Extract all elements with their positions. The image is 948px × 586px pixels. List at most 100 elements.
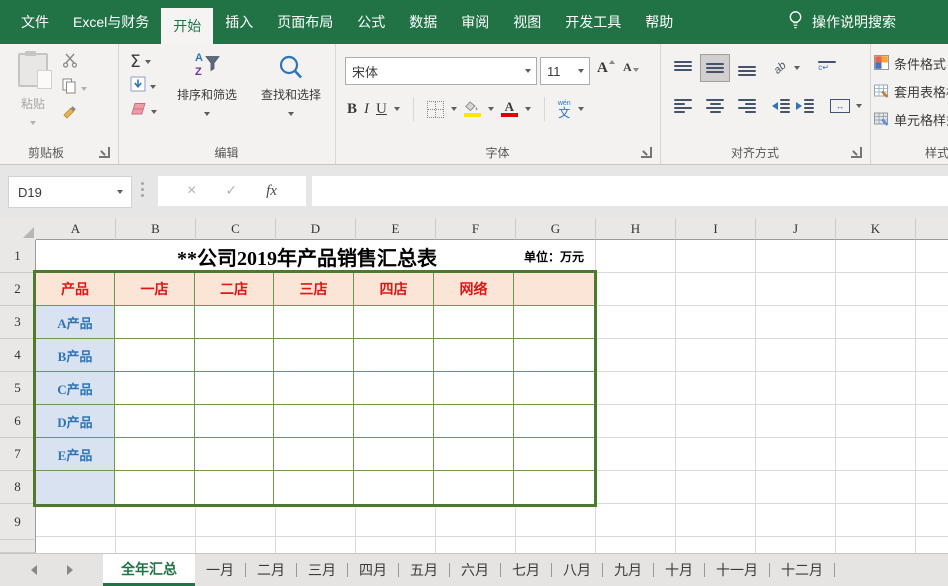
tab-home[interactable]: 开始 [161, 8, 213, 44]
autosum-dropdown[interactable] [145, 60, 151, 64]
cell[interactable] [115, 372, 195, 405]
table-header-cell[interactable] [514, 273, 594, 306]
decrease-indent-button[interactable] [772, 99, 790, 113]
cell[interactable] [195, 372, 274, 405]
cell[interactable] [434, 339, 514, 372]
copy-button[interactable] [62, 80, 87, 97]
tell-me-search[interactable]: 操作说明搜索 [788, 0, 896, 44]
row-header[interactable]: 3 [0, 306, 36, 339]
sheet-tab-month[interactable]: 十一月 [705, 554, 769, 586]
cell[interactable] [514, 372, 594, 405]
sheet-tab-month[interactable]: 四月 [348, 554, 398, 586]
cell[interactable] [434, 471, 514, 504]
clear-dropdown[interactable] [151, 110, 157, 114]
column-header[interactable] [916, 218, 948, 240]
phonetic-dropdown[interactable] [578, 107, 584, 111]
font-color-dropdown[interactable] [525, 107, 531, 111]
column-header[interactable]: J [756, 218, 836, 240]
find-select-dropdown[interactable] [288, 112, 294, 116]
product-cell[interactable]: B产品 [36, 339, 115, 372]
column-header[interactable]: B [116, 218, 196, 240]
autosum-button[interactable]: Σ [130, 53, 157, 70]
sheet-title-cell[interactable]: **公司2019年产品销售汇总表 [36, 240, 514, 273]
column-header[interactable]: D [276, 218, 356, 240]
product-cell[interactable] [36, 471, 115, 504]
tab-page-layout[interactable]: 页面布局 [265, 0, 345, 44]
cell[interactable] [274, 339, 354, 372]
tab-formulas[interactable]: 公式 [345, 0, 397, 44]
cell[interactable] [434, 405, 514, 438]
align-left-button[interactable] [668, 92, 698, 120]
enter-icon[interactable]: ✓ [225, 183, 237, 199]
font-name-dropdown[interactable] [525, 69, 531, 73]
find-select-button[interactable]: 查找和选择 [250, 52, 332, 121]
formula-input[interactable] [312, 176, 948, 206]
column-header[interactable]: F [436, 218, 516, 240]
table-header-cell[interactable]: 二店 [195, 273, 274, 306]
name-box-dropdown[interactable] [117, 190, 123, 194]
fill-color-button[interactable] [464, 101, 481, 117]
align-bottom-button[interactable] [732, 54, 762, 82]
sort-filter-dropdown[interactable] [204, 112, 210, 116]
orientation-dropdown[interactable] [794, 66, 800, 70]
column-header[interactable]: K [836, 218, 916, 240]
prev-sheet-arrow-icon[interactable] [31, 565, 37, 575]
conditional-formatting-button[interactable]: 条件格式 [874, 54, 946, 73]
cell[interactable] [274, 471, 354, 504]
tab-developer[interactable]: 开发工具 [553, 0, 633, 44]
column-header[interactable]: G [516, 218, 596, 240]
row-header[interactable] [0, 540, 36, 553]
alignment-dialog-launcher[interactable] [851, 147, 862, 158]
sheet-tab-month[interactable]: 十月 [654, 554, 704, 586]
tab-file[interactable]: 文件 [9, 0, 61, 44]
cell[interactable] [115, 339, 195, 372]
table-header-cell[interactable]: 产品 [36, 273, 115, 306]
font-dialog-launcher[interactable] [641, 147, 652, 158]
formula-bar-handle[interactable] [141, 182, 144, 197]
table-header-cell[interactable]: 四店 [354, 273, 434, 306]
cell[interactable] [354, 339, 434, 372]
cell[interactable] [434, 438, 514, 471]
cell[interactable] [195, 339, 274, 372]
align-middle-button[interactable] [700, 54, 730, 82]
cell[interactable] [434, 306, 514, 339]
cut-button[interactable] [62, 54, 87, 71]
cell[interactable] [354, 471, 434, 504]
copy-dropdown[interactable] [81, 87, 87, 91]
cell[interactable] [274, 405, 354, 438]
row-header[interactable]: 2 [0, 273, 36, 306]
row-header[interactable]: 1 [0, 240, 36, 273]
font-color-button[interactable]: A [501, 101, 518, 117]
format-painter-button[interactable] [62, 106, 87, 123]
cell[interactable] [115, 438, 195, 471]
fill-color-dropdown[interactable] [488, 107, 494, 111]
cell[interactable] [354, 405, 434, 438]
cell[interactable] [514, 306, 594, 339]
sort-filter-button[interactable]: A Z 排序和筛选 [166, 52, 248, 121]
cancel-icon[interactable]: × [187, 182, 196, 200]
next-sheet-arrow-icon[interactable] [67, 565, 73, 575]
table-header-cell[interactable]: 一店 [115, 273, 195, 306]
underline-button[interactable]: U [376, 101, 387, 118]
cell-styles-button[interactable]: 单元格样式 [874, 110, 948, 129]
column-header[interactable]: I [676, 218, 756, 240]
sheet-tab-month[interactable]: 六月 [450, 554, 500, 586]
borders-dropdown[interactable] [451, 107, 457, 111]
cell[interactable] [195, 405, 274, 438]
paste-button[interactable]: 粘贴 [10, 53, 56, 130]
unit-cell[interactable]: 单位：万元 [514, 240, 594, 273]
row-header[interactable]: 6 [0, 405, 36, 438]
sheet-tab-month[interactable]: 二月 [246, 554, 296, 586]
cell[interactable] [434, 372, 514, 405]
phonetic-button[interactable]: wén 文 [558, 100, 571, 119]
orientation-button[interactable]: ab [772, 59, 789, 76]
sheet-tab-summary[interactable]: 全年汇总 [103, 554, 195, 586]
cell[interactable] [514, 471, 594, 504]
row-header[interactable]: 9 [0, 504, 36, 540]
grow-font-button[interactable]: A [597, 60, 615, 77]
align-top-button[interactable] [668, 54, 698, 82]
font-name-combo[interactable]: 宋体 [345, 57, 537, 85]
column-header[interactable]: H [596, 218, 676, 240]
sheet-tab-month[interactable]: 一月 [195, 554, 245, 586]
table-header-cell[interactable]: 网络 [434, 273, 514, 306]
